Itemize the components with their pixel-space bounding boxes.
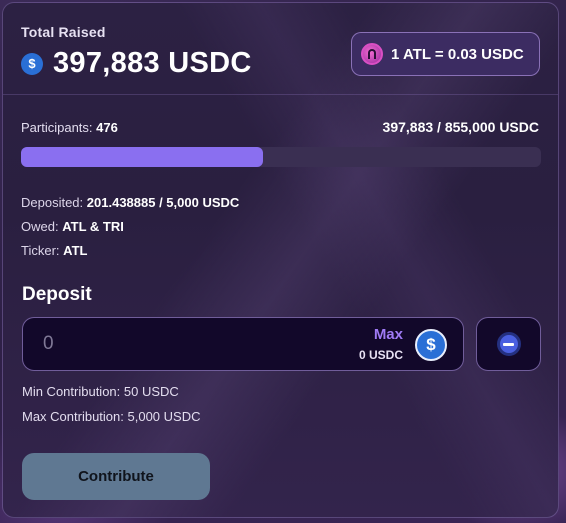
deposited-value: 201.438885 / 5,000 USDC	[86, 195, 240, 210]
participants-label: Participants:	[21, 120, 93, 135]
raise-progress-fill	[21, 147, 263, 167]
atl-token-icon	[361, 43, 383, 65]
usdc-icon: $	[415, 329, 447, 361]
deposit-heading: Deposit	[22, 284, 92, 305]
ticker-label: Ticker:	[21, 243, 60, 258]
total-raised-value: 397,883 USDC	[53, 47, 252, 79]
exchange-rate-badge: 1 ATL = 0.03 USDC	[351, 32, 540, 76]
min-contribution-text: Min Contribution: 50 USDC	[22, 384, 179, 399]
owed-value: ATL & TRI	[62, 219, 124, 234]
raised-progress-text: 397,883 / 855,000 USDC	[382, 119, 539, 135]
max-button[interactable]: Max	[374, 326, 403, 343]
max-contribution-text: Max Contribution: 5,000 USDC	[22, 409, 201, 424]
total-raised-label: Total Raised	[21, 24, 106, 40]
usdc-icon: $	[21, 52, 43, 75]
ticker-info: Ticker: ATL	[21, 243, 87, 258]
owed-info: Owed: ATL & TRI	[21, 219, 124, 234]
owed-label: Owed:	[21, 219, 59, 234]
usdc-balance: 0 USDC	[358, 348, 403, 362]
deposit-amount-input[interactable]	[43, 333, 343, 355]
participants-count: Participants: 476	[21, 120, 118, 135]
total-raised-row: $ 397,883 USDC	[21, 47, 252, 80]
deposited-info: Deposited: 201.438885 / 5,000 USDC	[21, 195, 239, 210]
deposit-amount-box: Max 0 USDC $	[22, 317, 464, 371]
minus-circle-icon	[496, 332, 521, 356]
toggle-mode-button[interactable]	[476, 317, 541, 371]
participants-value: 476	[96, 120, 118, 135]
presale-card: Total Raised $ 397,883 USDC 1 ATL = 0.03…	[2, 2, 559, 518]
exchange-rate-text: 1 ATL = 0.03 USDC	[391, 45, 524, 63]
raise-progress-bar	[21, 147, 541, 167]
deposited-label: Deposited:	[21, 195, 84, 210]
contribute-button[interactable]: Contribute	[22, 453, 210, 500]
ticker-value: ATL	[63, 243, 88, 258]
